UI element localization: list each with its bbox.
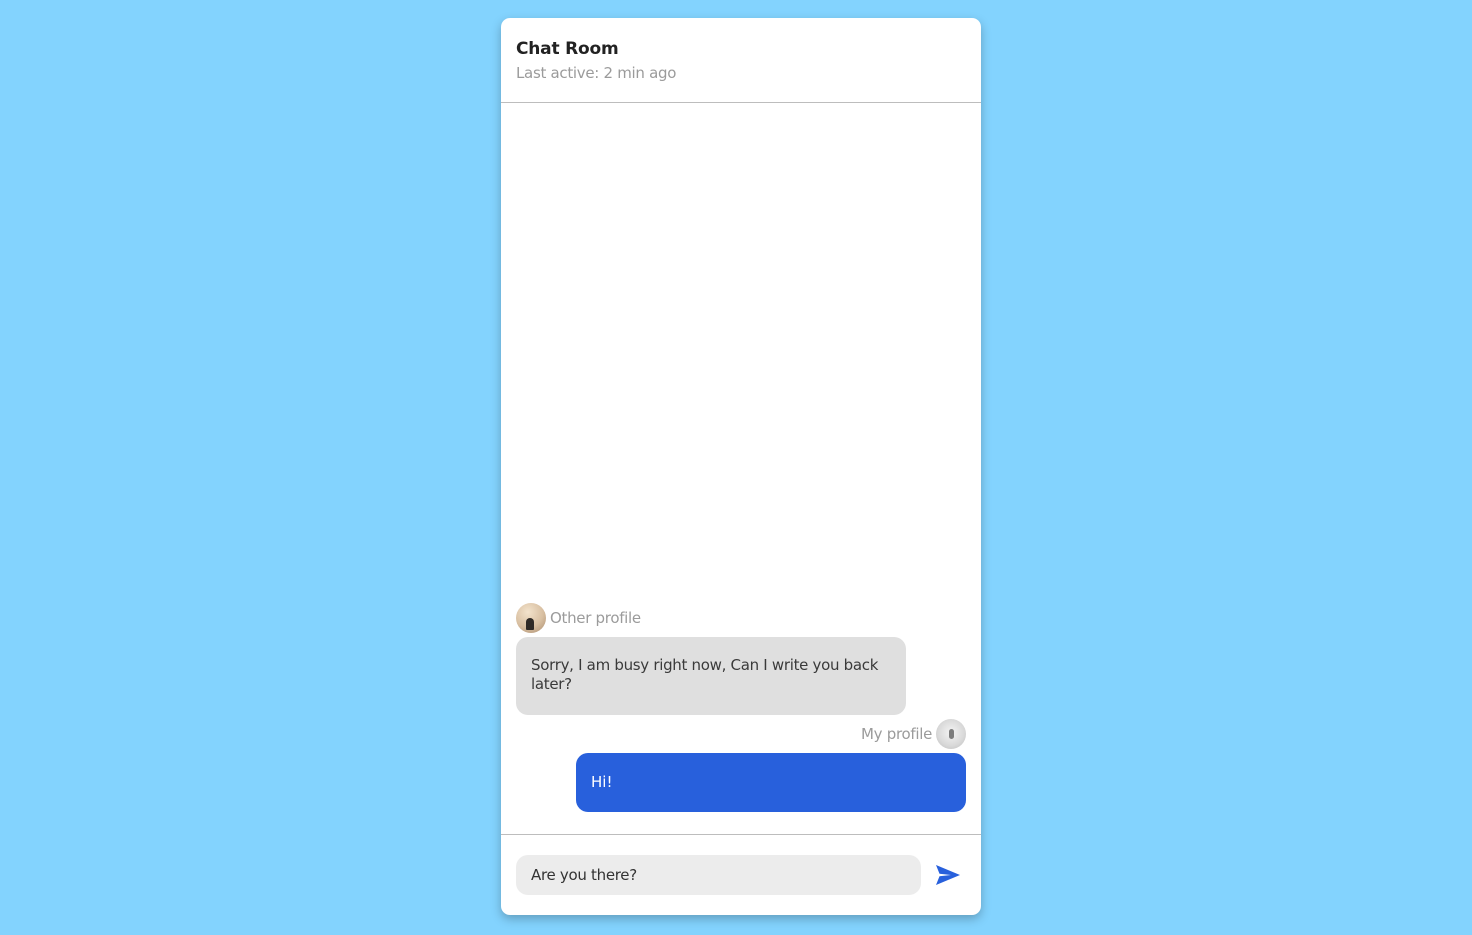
avatar-other-icon[interactable] [516,603,546,633]
my-profile-header: My profile [861,719,966,749]
send-icon [936,865,960,885]
chat-header: Chat Room Last active: 2 min ago [501,18,981,103]
incoming-message-bubble: Sorry, I am busy right now, Can I write … [516,637,906,715]
message-list[interactable]: Other profile Sorry, I am busy right now… [501,103,981,834]
chat-window: Chat Room Last active: 2 min ago Other p… [501,18,981,915]
outgoing-message-bubble: Hi! [576,753,966,812]
message-composer [501,834,981,915]
my-profile-name: My profile [861,725,932,743]
chat-title: Chat Room [516,39,619,59]
avatar-mine-icon[interactable] [936,719,966,749]
send-button[interactable] [935,863,961,887]
last-active-status: Last active: 2 min ago [516,64,677,82]
other-profile-name: Other profile [550,609,641,627]
other-profile-header: Other profile [516,603,641,633]
message-input[interactable] [516,855,921,895]
